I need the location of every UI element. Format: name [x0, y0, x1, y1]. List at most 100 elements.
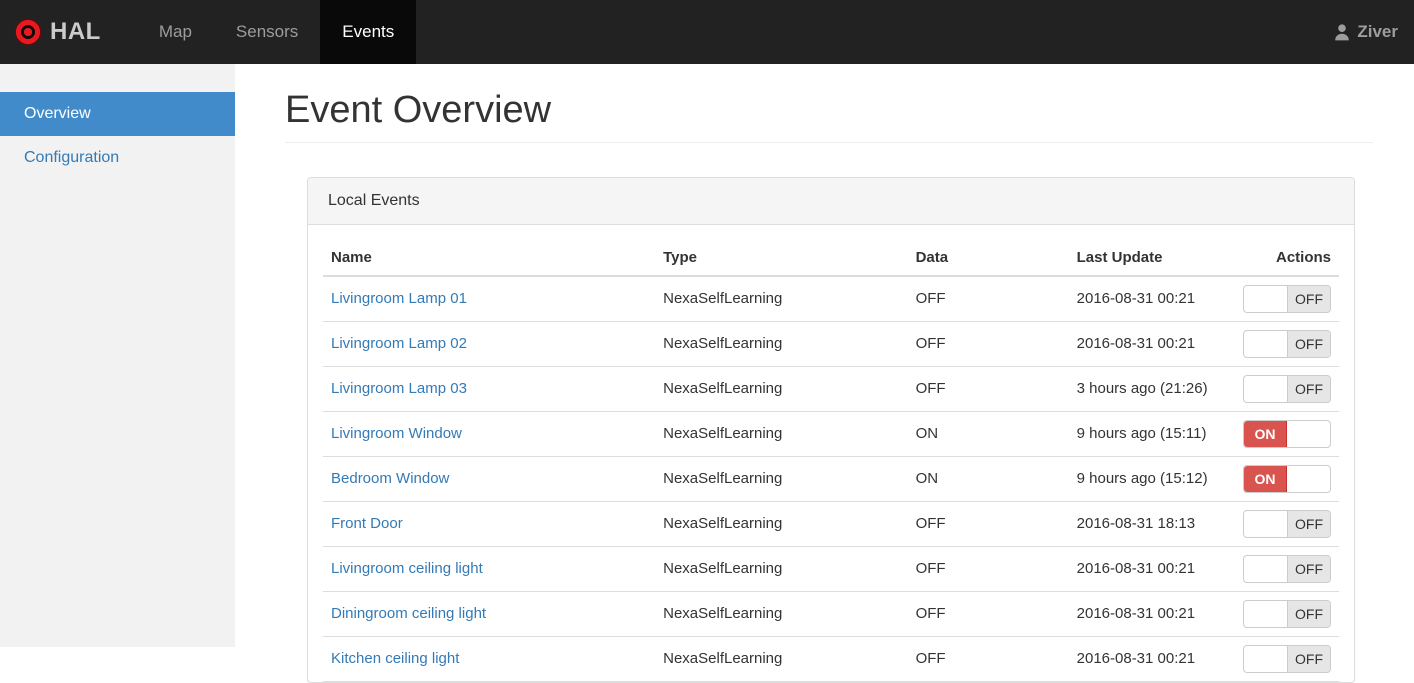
toggle-off-label: OFF [1287, 601, 1330, 627]
device-type: NexaSelfLearning [655, 501, 907, 546]
table-row: Kitchen ceiling lightNexaSelfLearningOFF… [323, 636, 1339, 681]
toggle-left-segment [1244, 556, 1287, 582]
device-type: NexaSelfLearning [655, 366, 907, 411]
device-data: OFF [908, 591, 1069, 636]
brand-label: HAL [50, 18, 101, 46]
toggle-off-label: OFF [1287, 511, 1330, 537]
panel-wrap: Local Events Name Type Data Last Update … [307, 177, 1355, 683]
column-header-actions: Actions [1235, 240, 1339, 276]
device-data: ON [908, 456, 1069, 501]
table-row: Livingroom Lamp 01NexaSelfLearningOFF201… [323, 276, 1339, 322]
table-row: Diningroom ceiling light NexaSelfLearning… [323, 591, 1339, 636]
toggle-left-segment [1244, 601, 1287, 627]
main-content: Event Overview Local Events Name Type Da… [235, 0, 1414, 683]
device-last-update: 2016-08-31 00:21 [1069, 276, 1235, 322]
table-row: Front DoorNexaSelfLearningOFF2016-08-31 … [323, 501, 1339, 546]
page-title: Event Overview [285, 90, 1373, 132]
user-name: Ziver [1357, 22, 1398, 42]
device-last-update: 9 hours ago (15:11) [1069, 411, 1235, 456]
device-actions-cell: ON [1235, 456, 1339, 501]
device-type: NexaSelfLearning [655, 636, 907, 681]
table-row: Livingroom Lamp 03NexaSelfLearningOFF3 h… [323, 366, 1339, 411]
device-actions-cell: OFF [1235, 501, 1339, 546]
device-data: OFF [908, 366, 1069, 411]
device-last-update: 2016-08-31 00:21 [1069, 321, 1235, 366]
column-header-type: Type [655, 240, 907, 276]
toggle-left-segment [1244, 376, 1287, 402]
top-navbar: HAL MapSensorsEvents Ziver [0, 0, 1414, 64]
toggle-off-label: OFF [1287, 286, 1330, 312]
device-last-update: 2016-08-31 00:21 [1069, 546, 1235, 591]
device-link[interactable]: Front Door [331, 515, 403, 532]
toggle-switch[interactable]: OFF [1243, 375, 1331, 403]
device-type: NexaSelfLearning [655, 546, 907, 591]
toggle-right-segment [1287, 421, 1330, 447]
local-events-panel: Local Events Name Type Data Last Update … [307, 177, 1355, 683]
panel-body: Name Type Data Last Update Actions Livin… [308, 225, 1354, 682]
device-data: OFF [908, 321, 1069, 366]
device-data: OFF [908, 501, 1069, 546]
person-icon [1333, 23, 1351, 41]
toggle-switch[interactable]: OFF [1243, 645, 1331, 673]
nav-item-sensors[interactable]: Sensors [214, 0, 320, 64]
nav-item-map[interactable]: Map [137, 0, 214, 64]
brand[interactable]: HAL [0, 0, 119, 64]
device-last-update: 2016-08-31 00:21 [1069, 636, 1235, 681]
toggle-switch[interactable]: OFF [1243, 285, 1331, 313]
toggle-off-label: OFF [1287, 646, 1330, 672]
toggle-switch[interactable]: OFF [1243, 510, 1331, 538]
toggle-left-segment [1244, 511, 1287, 537]
device-link[interactable]: Livingroom ceiling light [331, 560, 483, 577]
device-type: NexaSelfLearning [655, 456, 907, 501]
device-actions-cell: ON [1235, 411, 1339, 456]
device-link[interactable]: Livingroom Window [331, 425, 462, 442]
device-link[interactable]: Kitchen ceiling light [331, 650, 459, 667]
main-nav: MapSensorsEvents [137, 0, 416, 64]
table-row: Livingroom Lamp 02NexaSelfLearningOFF201… [323, 321, 1339, 366]
toggle-switch[interactable]: OFF [1243, 330, 1331, 358]
events-table-body: Livingroom Lamp 01NexaSelfLearningOFF201… [323, 276, 1339, 682]
toggle-on-label: ON [1244, 466, 1287, 492]
toggle-switch[interactable]: OFF [1243, 600, 1331, 628]
table-row: Bedroom WindowNexaSelfLearningON9 hours … [323, 456, 1339, 501]
device-type: NexaSelfLearning [655, 276, 907, 322]
device-last-update: 9 hours ago (15:12) [1069, 456, 1235, 501]
device-link[interactable]: Livingroom Lamp 03 [331, 380, 467, 397]
user-menu[interactable]: Ziver [1317, 0, 1414, 64]
device-last-update: 3 hours ago (21:26) [1069, 366, 1235, 411]
toggle-switch[interactable]: OFF [1243, 555, 1331, 583]
sidebar-item-overview[interactable]: Overview [0, 92, 235, 136]
device-actions-cell: OFF [1235, 546, 1339, 591]
toggle-off-label: OFF [1287, 376, 1330, 402]
sidebar: OverviewConfiguration [0, 64, 235, 647]
column-header-last-update: Last Update [1069, 240, 1235, 276]
column-header-data: Data [908, 240, 1069, 276]
sidebar-item-configuration[interactable]: Configuration [0, 136, 235, 180]
device-type: NexaSelfLearning [655, 321, 907, 366]
device-link[interactable]: Bedroom Window [331, 470, 449, 487]
toggle-switch[interactable]: ON [1243, 465, 1331, 493]
events-table: Name Type Data Last Update Actions Livin… [323, 240, 1339, 682]
device-type: NexaSelfLearning [655, 411, 907, 456]
device-data: OFF [908, 636, 1069, 681]
table-row: Livingroom ceiling light NexaSelfLearning… [323, 546, 1339, 591]
device-data: OFF [908, 276, 1069, 322]
column-header-name: Name [323, 240, 655, 276]
device-last-update: 2016-08-31 00:21 [1069, 591, 1235, 636]
toggle-switch[interactable]: ON [1243, 420, 1331, 448]
nav-item-events[interactable]: Events [320, 0, 416, 64]
toggle-on-label: ON [1244, 421, 1287, 447]
device-link[interactable]: Diningroom ceiling light [331, 605, 486, 622]
device-last-update: 2016-08-31 18:13 [1069, 501, 1235, 546]
device-link[interactable]: Livingroom Lamp 01 [331, 290, 467, 307]
device-link[interactable]: Livingroom Lamp 02 [331, 335, 467, 352]
toggle-right-segment [1287, 466, 1330, 492]
device-actions-cell: OFF [1235, 366, 1339, 411]
device-actions-cell: OFF [1235, 591, 1339, 636]
toggle-left-segment [1244, 331, 1287, 357]
table-header-row: Name Type Data Last Update Actions [323, 240, 1339, 276]
device-actions-cell: OFF [1235, 321, 1339, 366]
device-type: NexaSelfLearning [655, 591, 907, 636]
device-actions-cell: OFF [1235, 276, 1339, 322]
panel-title: Local Events [308, 178, 1354, 225]
